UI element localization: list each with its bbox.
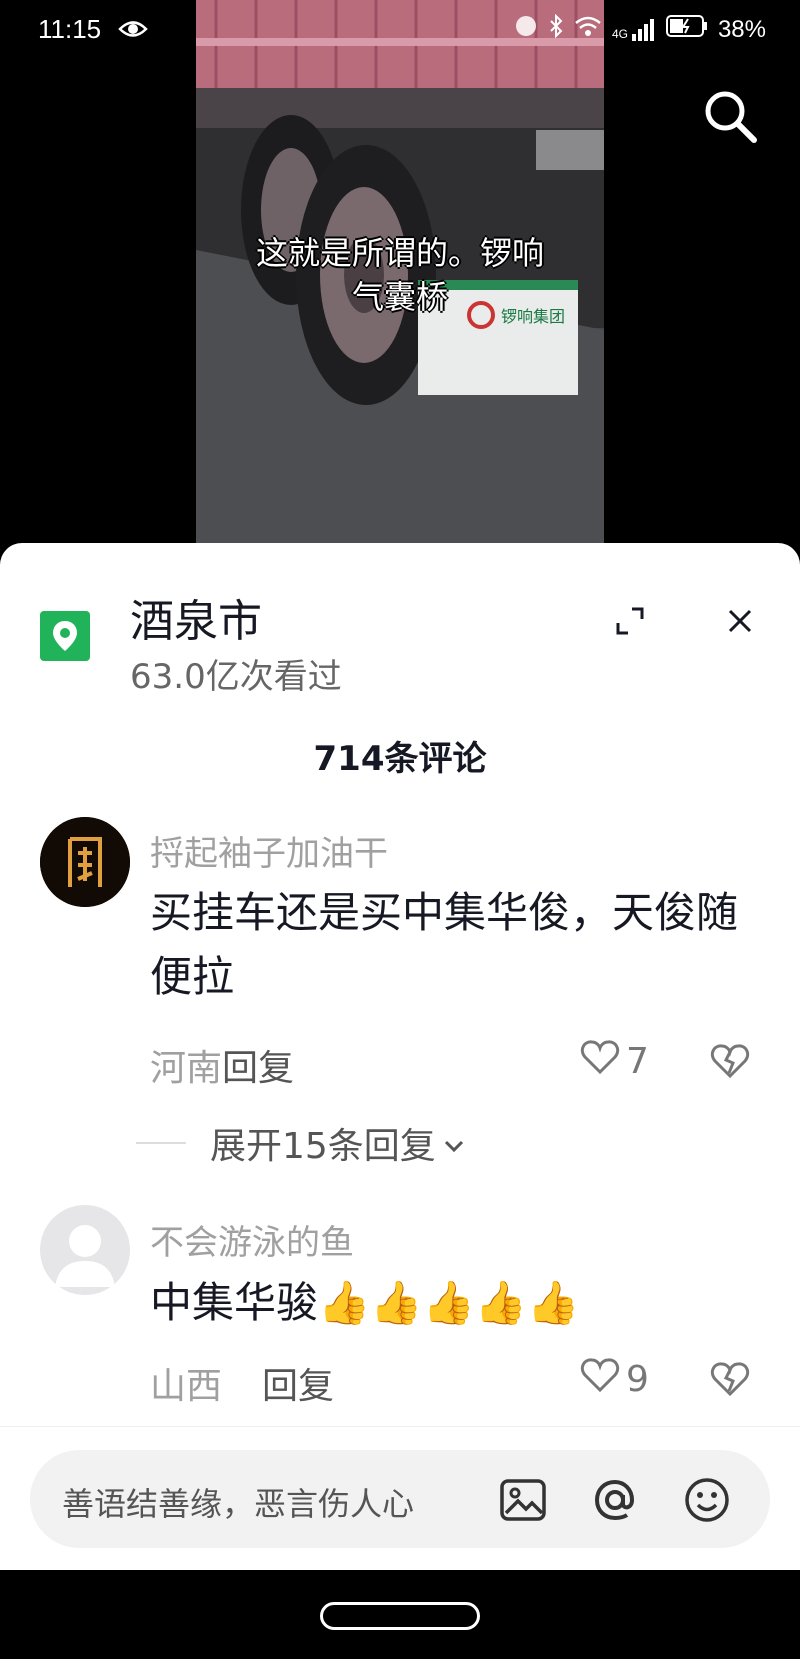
heart-icon	[580, 1039, 620, 1084]
video-subtitle-line2: 气囊桥	[351, 278, 448, 316]
video-subtitle-line1: 这就是所谓的。锣响	[255, 234, 544, 272]
signal-icon: 4G	[611, 18, 656, 41]
expand-replies-label: 展开15条回复	[210, 1126, 436, 1167]
comment-text[interactable]: 买挂车还是买中集华俊，天俊随便拉	[150, 881, 740, 1009]
avatar[interactable]	[40, 1205, 130, 1295]
battery-level: 38%	[717, 15, 766, 43]
close-icon[interactable]	[720, 601, 760, 641]
comment-input[interactable]: 善语结善缘，恶言伤人心	[30, 1450, 770, 1548]
map-pin-icon[interactable]	[40, 611, 90, 661]
like-count: 9	[626, 1359, 649, 1400]
divider	[136, 1142, 186, 1144]
expand-icon[interactable]	[612, 603, 648, 639]
video-player[interactable]: 锣响集团 这就是所谓的。锣响 气囊桥	[0, 0, 800, 545]
reply-button[interactable]: 回复	[262, 1366, 334, 1407]
reply-button[interactable]: 回复	[222, 1048, 294, 1089]
expand-replies-button[interactable]: 展开15条回复	[136, 1117, 466, 1169]
like-button[interactable]: 7	[580, 1039, 649, 1084]
battery-icon	[665, 14, 708, 45]
comment-count: 714条评论	[313, 739, 487, 779]
like-button[interactable]: 9	[580, 1357, 649, 1402]
location-name[interactable]: 酒泉市	[130, 585, 262, 649]
comment-sheet: 酒泉市 63.0亿次看过 714条评论 捋起袖子加油干 买挂车还是买中集华俊，天…	[0, 543, 800, 1570]
location-views: 63.0亿次看过	[130, 657, 342, 697]
at-mention-icon[interactable]	[590, 1475, 640, 1525]
home-gesture-bar[interactable]	[320, 1602, 480, 1630]
comment-username[interactable]: 不会游泳的鱼	[150, 1215, 354, 1264]
heart-icon	[580, 1357, 620, 1402]
comment-text[interactable]: 中集华骏👍👍👍👍👍	[150, 1271, 740, 1335]
wifi-icon	[574, 15, 602, 44]
comment-text-body: 中集华骏	[150, 1278, 319, 1327]
divider	[0, 1426, 800, 1427]
emoji-icon[interactable]	[682, 1475, 732, 1525]
comment-username[interactable]: 捋起袖子加油干	[150, 826, 388, 875]
navigation-bar	[0, 1570, 800, 1659]
status-time: 11:15	[38, 14, 102, 44]
avatar[interactable]	[40, 817, 130, 907]
alarm-icon	[514, 14, 538, 45]
eye-icon	[118, 18, 148, 44]
like-count: 7	[626, 1041, 649, 1082]
comment-meta: 山西 回复	[150, 1357, 334, 1409]
broken-heart-icon[interactable]	[710, 1043, 750, 1083]
comment-meta: 河南回复	[150, 1039, 294, 1091]
search-icon[interactable]	[700, 86, 760, 146]
broken-heart-icon[interactable]	[710, 1361, 750, 1401]
comment-input-placeholder: 善语结善缘，恶言伤人心	[62, 1485, 415, 1523]
bluetooth-icon	[548, 13, 564, 45]
network-type: 4G	[611, 26, 628, 41]
image-icon[interactable]	[498, 1475, 548, 1525]
comment-region: 河南	[150, 1048, 223, 1089]
chevron-down-icon	[442, 1123, 466, 1164]
video-frame[interactable]: 锣响集团 这就是所谓的。锣响 气囊桥	[196, 0, 604, 545]
status-bar: 11:15 4G 38%	[0, 0, 800, 62]
thumbs-up-emoji: 👍👍👍👍👍	[318, 1278, 580, 1327]
comment-region: 山西	[150, 1366, 223, 1407]
